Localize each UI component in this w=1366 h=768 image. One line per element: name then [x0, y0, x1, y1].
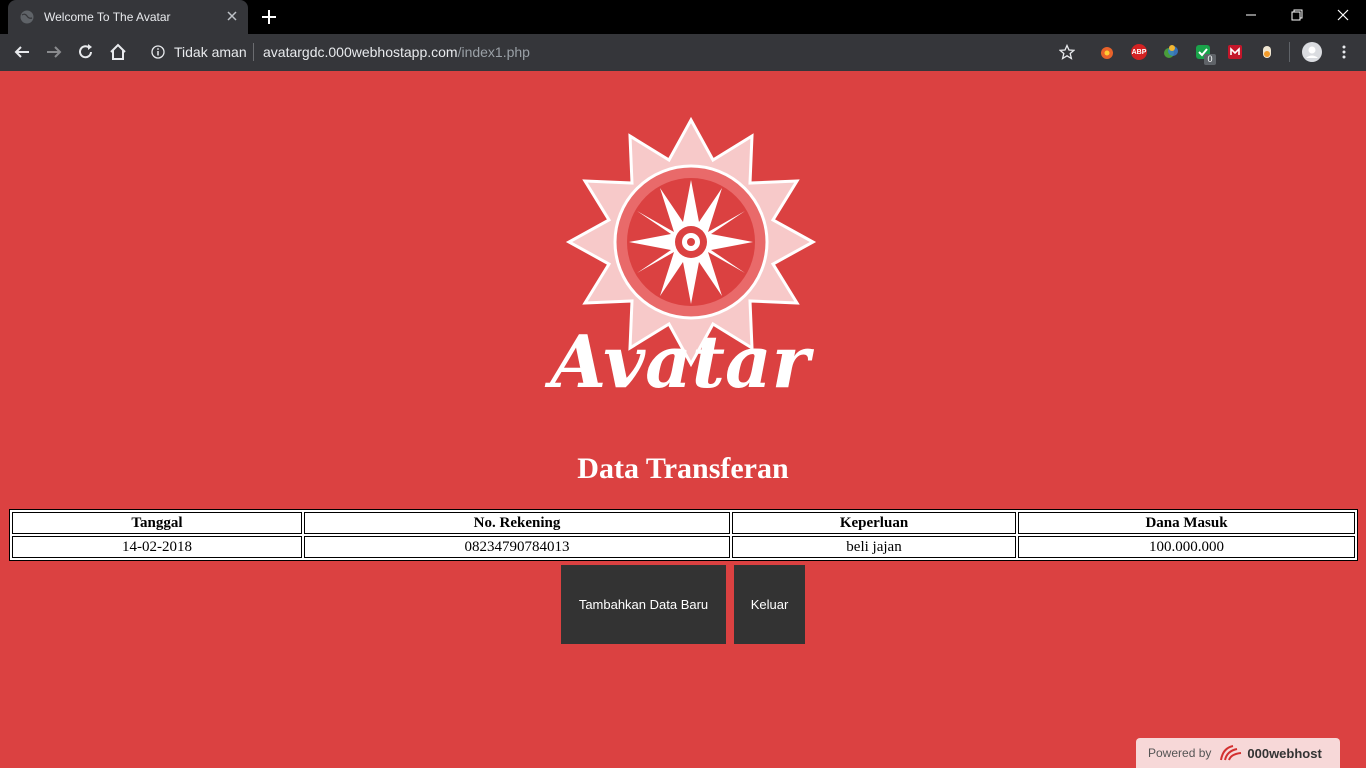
- back-icon[interactable]: [12, 42, 32, 62]
- cell-date: 14-02-2018: [12, 536, 302, 558]
- translate-extension-icon[interactable]: [1163, 44, 1179, 60]
- logout-button[interactable]: Keluar: [734, 565, 805, 644]
- omnibox-divider: [253, 43, 254, 61]
- powered-by-badge[interactable]: Powered by 000webhost: [1136, 738, 1340, 768]
- add-data-button[interactable]: Tambahkan Data Baru: [561, 565, 726, 644]
- avatar-logo: Avatar: [544, 116, 817, 397]
- table-header-row: Tanggal No. Rekening Keperluan Dana Masu…: [12, 512, 1355, 534]
- security-label[interactable]: Tidak aman: [174, 44, 247, 60]
- 000webhost-logo-icon: [1220, 745, 1242, 761]
- page-title: Data Transferan: [577, 452, 789, 485]
- reload-icon[interactable]: [76, 42, 96, 62]
- cell-purpose: beli jajan: [732, 536, 1016, 558]
- page-body: Avatar Data Transferan Tanggal No. Reken…: [0, 71, 1366, 768]
- column-header-amount: Dana Masuk: [1018, 512, 1355, 534]
- toolbar-divider: [1289, 42, 1290, 62]
- fox-extension-icon[interactable]: [1099, 44, 1115, 60]
- cell-account: 08234790784013: [304, 536, 730, 558]
- restore-icon: [1291, 9, 1303, 21]
- tab-title: Welcome To The Avatar: [44, 10, 171, 24]
- globe-icon: [20, 10, 34, 24]
- logo-wordmark: Avatar: [544, 319, 814, 397]
- cell-amount: 100.000.000: [1018, 536, 1355, 558]
- powered-by-label: Powered by: [1148, 746, 1212, 760]
- menu-dots-icon[interactable]: [1336, 44, 1352, 60]
- minimize-icon: [1246, 14, 1256, 16]
- extension-badge: 0: [1204, 54, 1216, 65]
- minimize-button[interactable]: [1228, 0, 1274, 32]
- honey-extension-icon[interactable]: [1259, 44, 1275, 60]
- bookmark-star-icon[interactable]: [1059, 44, 1075, 60]
- close-tab-icon[interactable]: [224, 8, 240, 24]
- close-window-button[interactable]: [1320, 0, 1366, 32]
- table-row: 14-02-2018 08234790784013 beli jajan 100…: [12, 536, 1355, 558]
- mega-extension-icon[interactable]: [1227, 44, 1243, 60]
- restore-button[interactable]: [1274, 0, 1320, 32]
- column-header-date: Tanggal: [12, 512, 302, 534]
- url-host: avatargdc.000webhostapp.com: [263, 44, 458, 60]
- profile-avatar-icon[interactable]: [1302, 42, 1322, 62]
- info-icon[interactable]: [151, 45, 165, 59]
- transfer-table: Tanggal No. Rekening Keperluan Dana Masu…: [9, 509, 1358, 561]
- brand-name: 000webhost: [1247, 745, 1322, 761]
- close-window-icon: [1337, 9, 1349, 21]
- forward-icon[interactable]: [44, 42, 64, 62]
- browser-tab[interactable]: Welcome To The Avatar: [8, 0, 248, 34]
- column-header-purpose: Keperluan: [732, 512, 1016, 534]
- url-path: /index1.php: [457, 44, 530, 60]
- tab-strip: Welcome To The Avatar: [0, 0, 1366, 34]
- home-icon[interactable]: [108, 42, 128, 62]
- new-tab-icon[interactable]: [260, 8, 278, 26]
- adblock-icon[interactable]: ABP: [1131, 44, 1147, 60]
- address-bar[interactable]: avatargdc.000webhostapp.com/index1.php: [263, 44, 530, 60]
- column-header-account: No. Rekening: [304, 512, 730, 534]
